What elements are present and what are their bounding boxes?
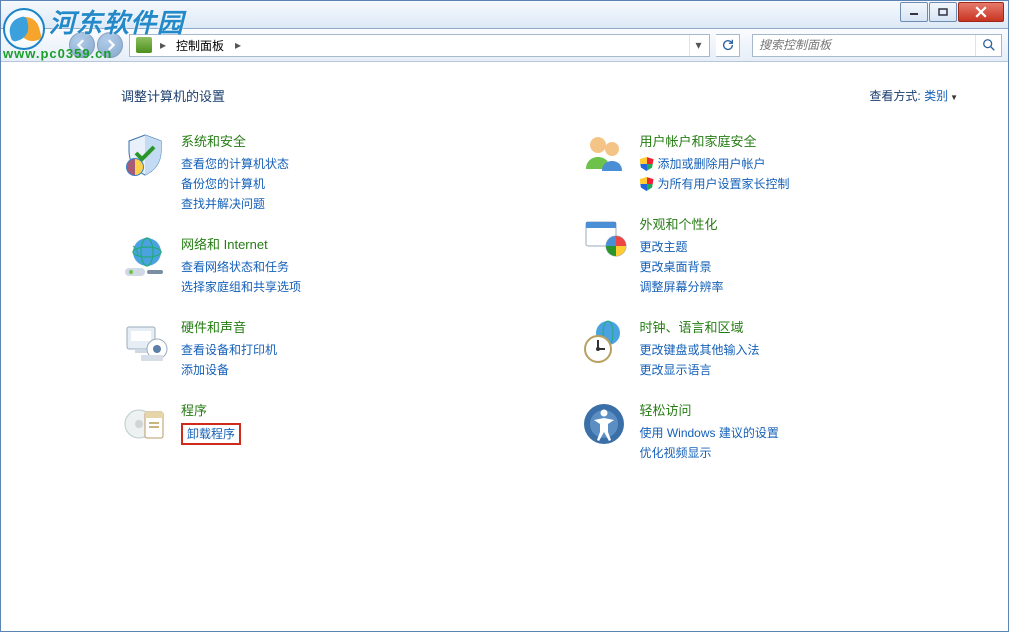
category-icon[interactable] (121, 234, 169, 282)
link-text: 查找并解决问题 (181, 194, 265, 214)
view-by: 查看方式: 类别▼ (869, 87, 958, 104)
categories-grid: 系统和安全查看您的计算机状态备份您的计算机查找并解决问题网络和 Internet… (121, 131, 968, 483)
category-icon[interactable] (121, 131, 169, 179)
category-title[interactable]: 用户帐户和家庭安全 (640, 131, 790, 150)
category-link[interactable]: 更改显示语言 (640, 360, 760, 380)
category-link[interactable]: 查找并解决问题 (181, 194, 289, 214)
category-body: 外观和个性化更改主题更改桌面背景调整屏幕分辨率 (640, 214, 724, 297)
link-text: 查看网络状态和任务 (181, 257, 289, 277)
category-title[interactable]: 时钟、语言和区域 (640, 317, 760, 336)
category-icon[interactable] (121, 400, 169, 448)
link-text: 更改桌面背景 (640, 257, 712, 277)
chevron-right-icon[interactable]: ▸ (156, 38, 170, 52)
minimize-button[interactable] (900, 2, 928, 22)
category-link[interactable]: 更改主题 (640, 237, 724, 257)
link-text: 查看您的计算机状态 (181, 154, 289, 174)
category-title[interactable]: 程序 (181, 400, 241, 419)
category-icon[interactable] (121, 317, 169, 365)
category-link[interactable]: 添加设备 (181, 360, 277, 380)
category-icon[interactable] (580, 317, 628, 365)
left-column: 系统和安全查看您的计算机状态备份您的计算机查找并解决问题网络和 Internet… (121, 131, 510, 483)
link-text: 优化视频显示 (640, 443, 712, 463)
chevron-right-icon[interactable]: ▸ (231, 38, 245, 52)
close-button[interactable] (958, 2, 1004, 22)
category-block: 网络和 Internet 查看网络状态和任务选择家庭组和共享选项 (121, 234, 510, 297)
category-link[interactable]: 选择家庭组和共享选项 (181, 277, 301, 297)
category-title[interactable]: 外观和个性化 (640, 214, 724, 233)
category-body: 轻松访问使用 Windows 建议的设置优化视频显示 (640, 400, 779, 463)
right-column: 用户帐户和家庭安全添加或删除用户帐户为所有用户设置家长控制外观和个性化更改主题更… (580, 131, 969, 483)
category-block: 外观和个性化更改主题更改桌面背景调整屏幕分辨率 (580, 214, 969, 297)
category-block: 用户帐户和家庭安全添加或删除用户帐户为所有用户设置家长控制 (580, 131, 969, 194)
category-title[interactable]: 硬件和声音 (181, 317, 277, 336)
category-icon[interactable] (580, 214, 628, 262)
category-link[interactable]: 使用 Windows 建议的设置 (640, 423, 779, 443)
control-panel-icon (136, 37, 152, 53)
category-body: 时钟、语言和区域更改键盘或其他输入法更改显示语言 (640, 317, 760, 380)
breadcrumb-dropdown[interactable]: ▾ (689, 35, 707, 56)
link-text: 更改键盘或其他输入法 (640, 340, 760, 360)
category-link[interactable]: 备份您的计算机 (181, 174, 289, 194)
nav-forward-button[interactable] (97, 32, 123, 58)
link-text: 备份您的计算机 (181, 174, 265, 194)
search-input[interactable] (753, 38, 975, 52)
link-text: 添加设备 (181, 360, 229, 380)
link-text: 为所有用户设置家长控制 (658, 174, 790, 194)
category-block: 轻松访问使用 Windows 建议的设置优化视频显示 (580, 400, 969, 463)
category-body: 程序卸载程序 (181, 400, 241, 448)
shield-icon (640, 157, 654, 171)
category-link[interactable]: 卸载程序 (181, 423, 241, 445)
category-title[interactable]: 系统和安全 (181, 131, 289, 150)
breadcrumb-root[interactable]: 控制面板 (170, 37, 231, 54)
window-frame: 河东软件园 www.pc0359.cn ▸ 控制面板 ▸ ▾ 调整计算机的设置 (0, 0, 1009, 632)
category-link[interactable]: 查看设备和打印机 (181, 340, 277, 360)
nav-arrows (69, 32, 123, 58)
search-box (752, 34, 1002, 57)
link-text: 更改主题 (640, 237, 688, 257)
category-title[interactable]: 轻松访问 (640, 400, 779, 419)
category-body: 硬件和声音查看设备和打印机添加设备 (181, 317, 277, 380)
category-block: 时钟、语言和区域更改键盘或其他输入法更改显示语言 (580, 317, 969, 380)
link-text: 查看设备和打印机 (181, 340, 277, 360)
link-text: 使用 Windows 建议的设置 (640, 423, 779, 443)
category-link[interactable]: 添加或删除用户帐户 (640, 154, 790, 174)
view-by-label: 查看方式: (869, 89, 920, 103)
category-icon[interactable] (580, 131, 628, 179)
view-by-value[interactable]: 类别▼ (924, 89, 958, 103)
category-body: 网络和 Internet 查看网络状态和任务选择家庭组和共享选项 (181, 234, 301, 297)
link-text: 更改显示语言 (640, 360, 712, 380)
category-link[interactable]: 查看您的计算机状态 (181, 154, 289, 174)
category-block: 程序卸载程序 (121, 400, 510, 448)
category-title[interactable]: 网络和 Internet (181, 234, 301, 253)
content-area: 调整计算机的设置 查看方式: 类别▼ 系统和安全查看您的计算机状态备份您的计算机… (1, 62, 1008, 503)
refresh-button[interactable] (716, 34, 740, 57)
chevron-down-icon: ▼ (950, 93, 958, 102)
category-link[interactable]: 查看网络状态和任务 (181, 257, 301, 277)
page-heading: 调整计算机的设置 (121, 86, 225, 105)
category-block: 硬件和声音查看设备和打印机添加设备 (121, 317, 510, 380)
link-text: 添加或删除用户帐户 (658, 154, 766, 174)
category-block: 系统和安全查看您的计算机状态备份您的计算机查找并解决问题 (121, 131, 510, 214)
nav-bar: ▸ 控制面板 ▸ ▾ (1, 29, 1008, 62)
link-text: 卸载程序 (187, 427, 235, 441)
nav-back-button[interactable] (69, 32, 95, 58)
category-body: 系统和安全查看您的计算机状态备份您的计算机查找并解决问题 (181, 131, 289, 214)
search-button[interactable] (975, 35, 1001, 56)
category-body: 用户帐户和家庭安全添加或删除用户帐户为所有用户设置家长控制 (640, 131, 790, 194)
category-link[interactable]: 更改桌面背景 (640, 257, 724, 277)
link-text: 调整屏幕分辨率 (640, 277, 724, 297)
category-link[interactable]: 为所有用户设置家长控制 (640, 174, 790, 194)
breadcrumb[interactable]: ▸ 控制面板 ▸ ▾ (129, 34, 710, 57)
category-link[interactable]: 更改键盘或其他输入法 (640, 340, 760, 360)
shield-icon (640, 177, 654, 191)
link-text: 选择家庭组和共享选项 (181, 277, 301, 297)
category-link[interactable]: 优化视频显示 (640, 443, 779, 463)
highlight-box: 卸载程序 (181, 423, 241, 445)
maximize-button[interactable] (929, 2, 957, 22)
titlebar (1, 1, 1008, 29)
category-icon[interactable] (580, 400, 628, 448)
heading-row: 调整计算机的设置 查看方式: 类别▼ (121, 86, 968, 105)
category-link[interactable]: 调整屏幕分辨率 (640, 277, 724, 297)
